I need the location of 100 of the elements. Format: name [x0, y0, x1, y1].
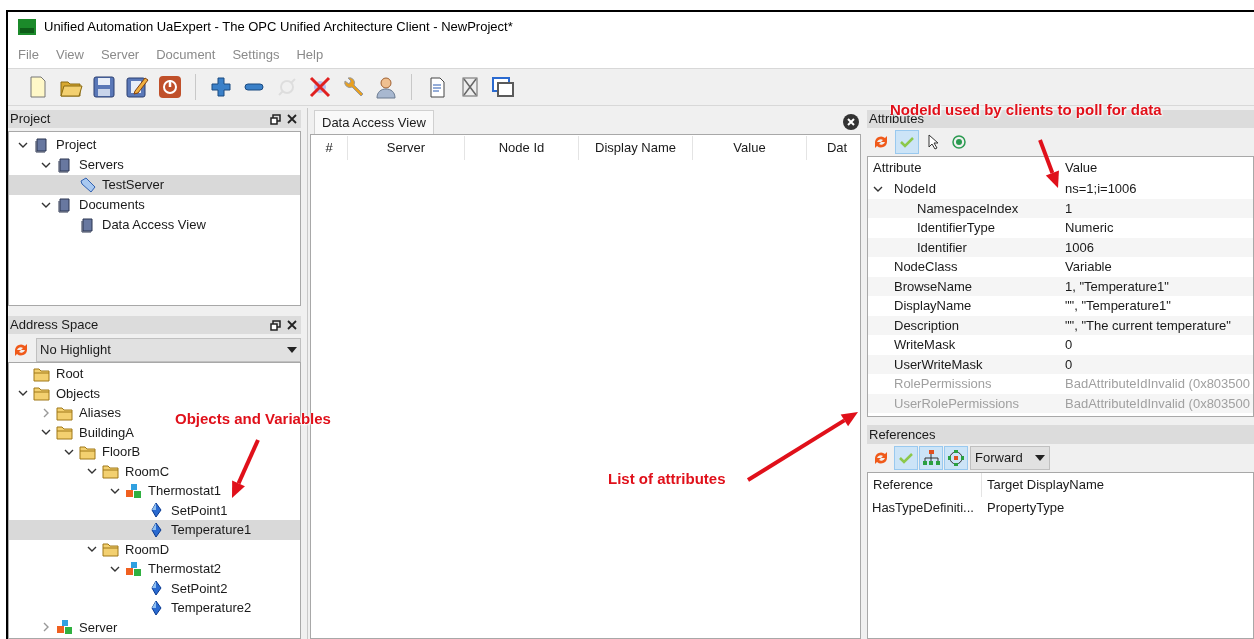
- tree-item[interactable]: Servers: [9, 155, 128, 175]
- column-header[interactable]: Value: [693, 136, 807, 160]
- highlight-dropdown[interactable]: No Highlight: [36, 338, 301, 362]
- network-button[interactable]: [944, 446, 968, 470]
- table-cell-text: PropertyType: [986, 499, 1066, 518]
- server-tag-icon: [79, 177, 96, 193]
- hierarchy-button[interactable]: [919, 446, 943, 470]
- wrench-icon[interactable]: [341, 75, 365, 99]
- table-cell-text: Description: [894, 316, 960, 335]
- panel-title: Address Space: [10, 316, 99, 335]
- table-cell-text: UserWriteMask: [894, 355, 983, 374]
- direction-dropdown[interactable]: Forward: [970, 446, 1050, 470]
- power-icon[interactable]: [158, 75, 182, 99]
- menu-item[interactable]: Settings: [232, 45, 280, 65]
- table-cell-text: BadAttributeIdInvalid (0x803500: [1064, 375, 1251, 393]
- table-cell-text: ns=1;i=1006: [1064, 180, 1138, 198]
- close-icon[interactable]: [287, 114, 297, 124]
- tree-item[interactable]: Temperature1: [9, 520, 300, 540]
- tree-item[interactable]: SetPoint2: [9, 578, 232, 598]
- target-icon: [950, 133, 968, 151]
- folder-icon: [79, 443, 96, 460]
- tree-item[interactable]: Thermostat2: [9, 559, 225, 579]
- table-cell-text: WriteMask: [894, 336, 956, 354]
- table-cell-text: Numeric: [1064, 219, 1115, 237]
- float-icon[interactable]: [270, 113, 281, 125]
- annotation-label: Objects and Variables: [175, 411, 331, 427]
- folder-icon: [33, 385, 50, 402]
- table-cell-text: HasTypeDefiniti...: [871, 499, 975, 518]
- menu-item[interactable]: Document: [156, 45, 216, 65]
- tree-item[interactable]: Data Access View: [9, 215, 210, 235]
- table-cell-text: "", "The current temperature": [1064, 316, 1232, 335]
- tree-item[interactable]: Temperature2: [9, 598, 256, 618]
- cubes-icon: [125, 482, 142, 499]
- tree-item[interactable]: Project: [9, 135, 101, 155]
- tree-item[interactable]: RoomC: [9, 461, 174, 481]
- table-cell-text: Identifier: [917, 238, 967, 257]
- table-cell-text: UserRolePermissions: [894, 394, 1019, 413]
- tree-item[interactable]: SetPoint1: [9, 500, 232, 520]
- refresh-icon[interactable]: [12, 342, 30, 358]
- window-title: Unified Automation UaExpert - The OPC Unified Architecture Client - NewProject*: [44, 18, 513, 37]
- column-header[interactable]: Server: [348, 136, 465, 160]
- refresh-icon: [872, 133, 890, 151]
- panel-title: References: [869, 425, 936, 444]
- close-icon[interactable]: [287, 320, 297, 330]
- table-cell-text: BadAttributeIdInvalid (0x803500: [1064, 394, 1251, 413]
- refresh-icon: [872, 449, 890, 467]
- column-header[interactable]: #: [311, 136, 348, 160]
- tree-item[interactable]: RoomD: [9, 539, 174, 559]
- cubes-icon: [125, 560, 142, 577]
- document-tab[interactable]: Data Access View: [314, 110, 434, 134]
- table-cell-text: 0: [1064, 336, 1074, 354]
- tree-item[interactable]: TestServer: [9, 175, 300, 195]
- network-icon: [947, 449, 965, 467]
- annotation-arrow: [1038, 139, 1059, 188]
- table-cell-text: 0: [1064, 355, 1074, 374]
- dropdown-arrow-icon: [287, 347, 297, 353]
- table-cell-text: BrowseName: [894, 277, 973, 296]
- panel-title: Project: [10, 110, 51, 129]
- book-icon: [56, 197, 73, 213]
- checkmark-button[interactable]: [894, 446, 918, 470]
- book-icon: [56, 157, 73, 173]
- folder-icon: [102, 541, 119, 558]
- column-header[interactable]: Attribute: [868, 157, 1060, 179]
- column-header[interactable]: Dat: [807, 136, 860, 160]
- app-logo-icon: [18, 19, 36, 35]
- tree-item[interactable]: Root: [9, 364, 88, 384]
- tree-item[interactable]: Server: [9, 617, 122, 637]
- book-icon: [79, 217, 96, 233]
- user-icon[interactable]: [374, 75, 398, 99]
- column-header[interactable]: Node Id: [465, 136, 579, 160]
- menu-item[interactable]: View: [55, 45, 84, 65]
- table-cell-text: 1, "Temperature1": [1064, 277, 1170, 296]
- plus-icon[interactable]: [209, 75, 233, 99]
- hierarchy-icon: [922, 449, 940, 467]
- edit-icon[interactable]: [125, 75, 149, 99]
- tree-item[interactable]: Thermostat1: [9, 481, 225, 501]
- chevron-down-icon: [18, 140, 28, 150]
- close-icon[interactable]: [843, 114, 859, 130]
- table-cell-text: NodeId: [894, 180, 936, 198]
- tree-item[interactable]: Aliases: [9, 403, 125, 423]
- tree-item[interactable]: Objects: [9, 383, 105, 403]
- chevron-down-icon: [41, 200, 51, 210]
- menu-item[interactable]: Server: [100, 45, 140, 65]
- tree-item[interactable]: BuildingA: [9, 422, 138, 442]
- column-header[interactable]: Display Name: [579, 136, 693, 160]
- tree-item[interactable]: FloorB: [9, 442, 145, 462]
- table-cell-text: Variable: [1064, 258, 1113, 276]
- column-header[interactable]: Target DisplayName: [982, 473, 1110, 497]
- cross-icon[interactable]: [308, 75, 332, 99]
- checkmark-button[interactable]: [895, 130, 919, 154]
- column-header[interactable]: Reference: [868, 473, 982, 497]
- float-icon[interactable]: [270, 319, 281, 331]
- table-cell-text: IdentifierType: [917, 219, 996, 237]
- tree-item[interactable]: Documents: [9, 195, 149, 215]
- folder-icon: [56, 424, 73, 441]
- save-icon[interactable]: [92, 75, 116, 99]
- table-cell-text: NamespaceIndex: [917, 199, 1019, 218]
- column-header[interactable]: Value: [1060, 157, 1103, 179]
- windows-icon[interactable]: [491, 75, 515, 99]
- chevron-right-icon: [41, 407, 51, 418]
